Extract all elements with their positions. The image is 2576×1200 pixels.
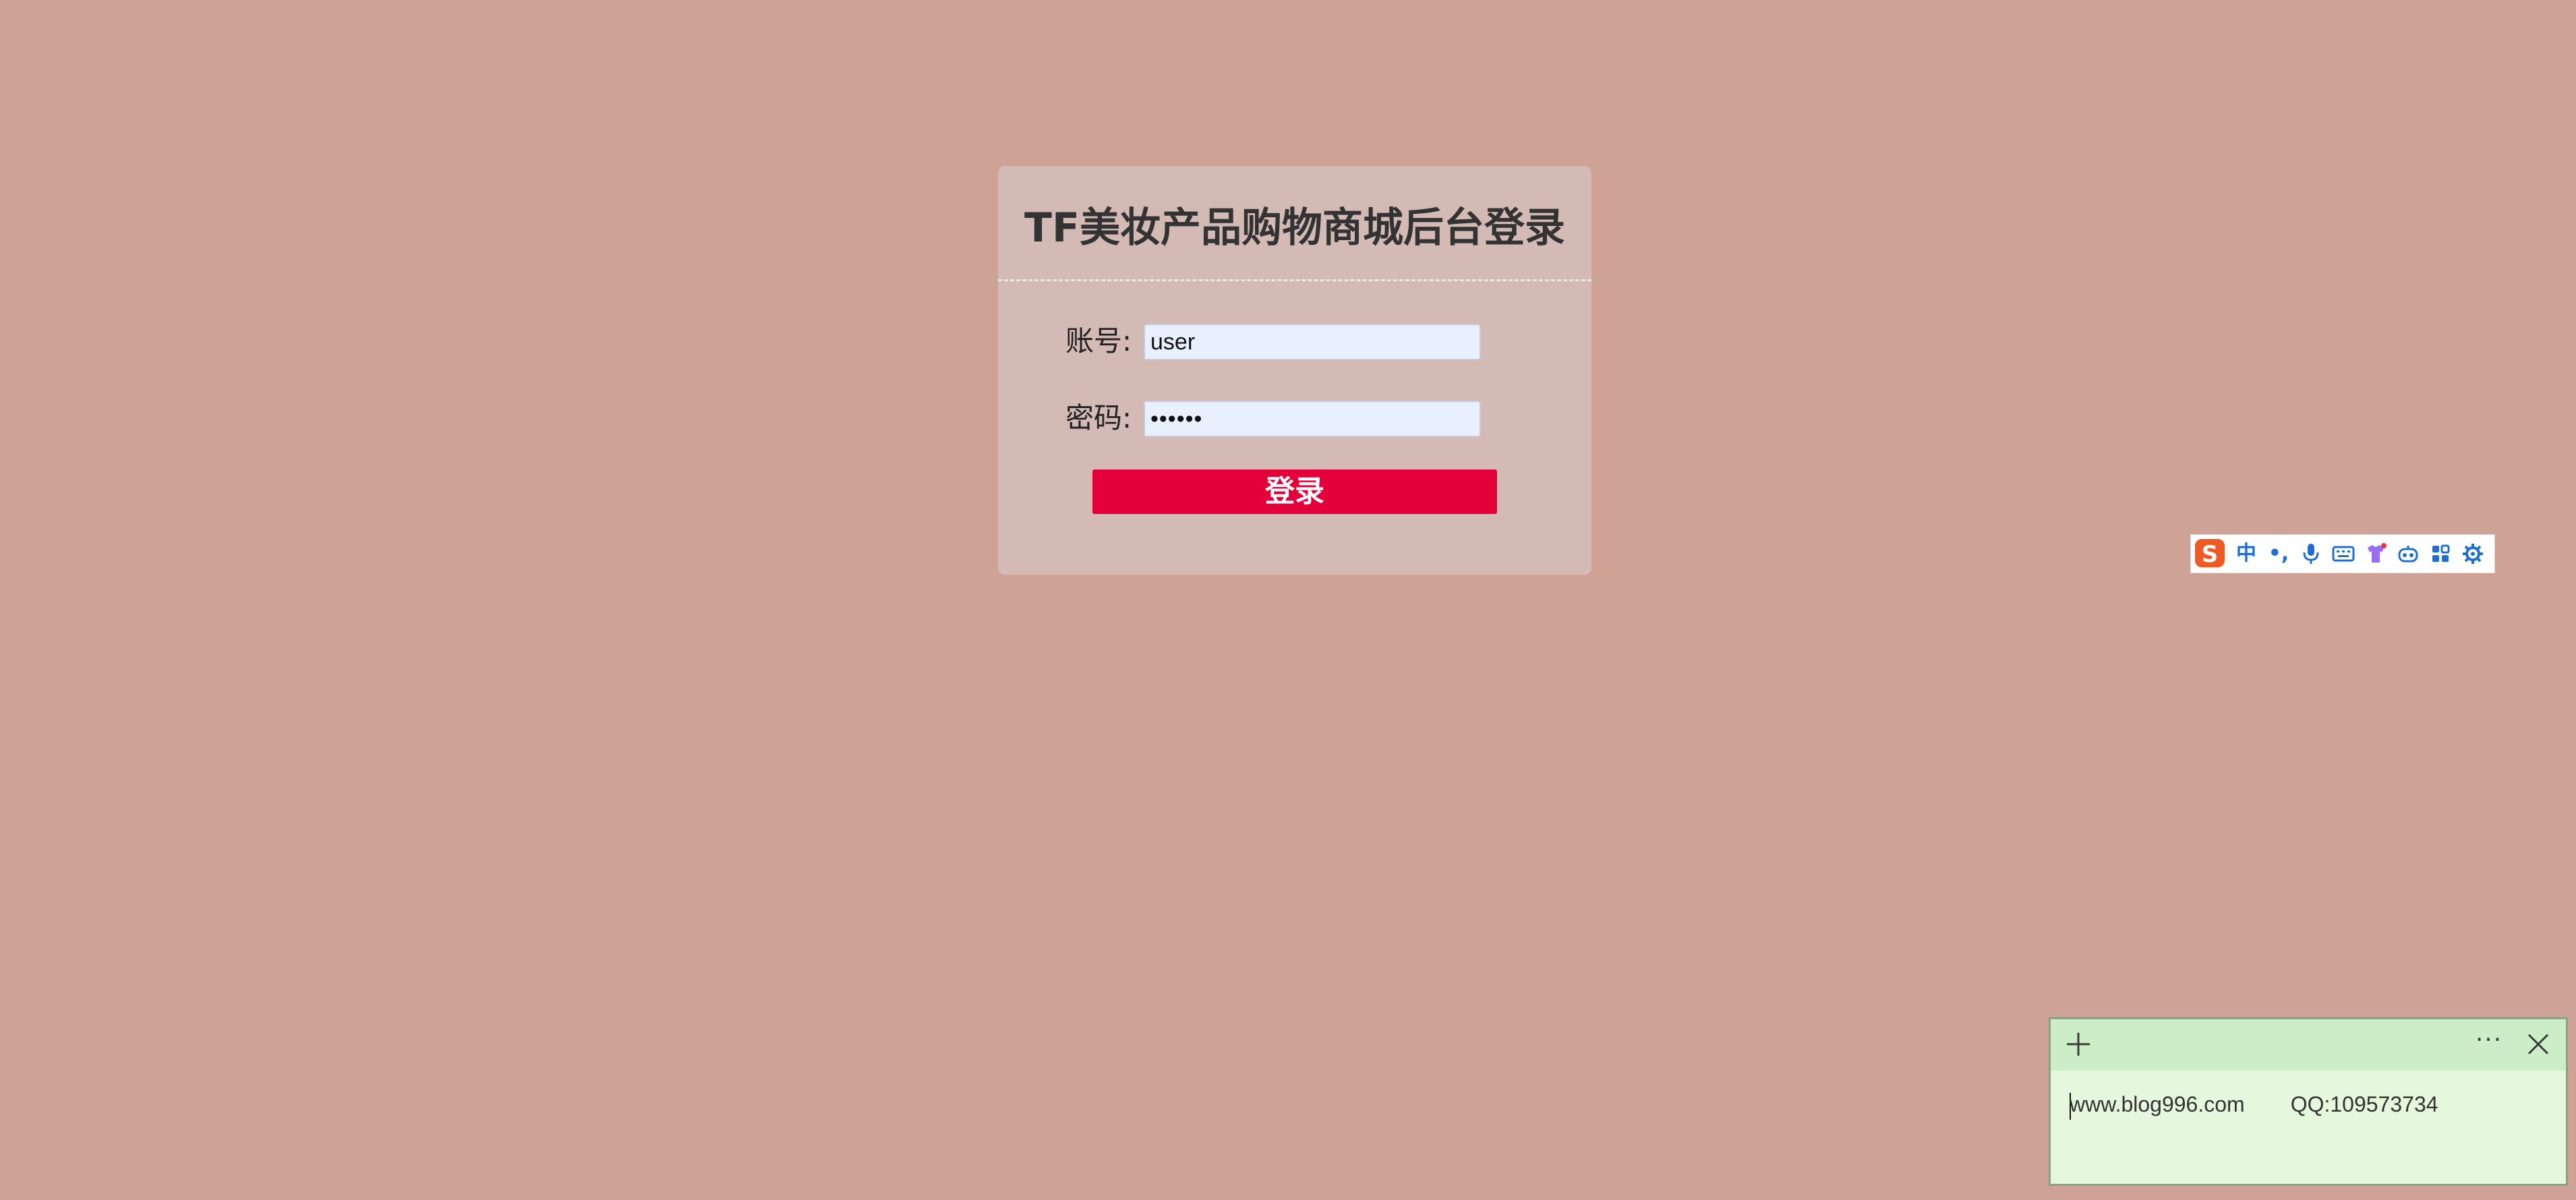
page-title: TF美妆产品购物商城后台登录 bbox=[1024, 204, 1565, 252]
qq-text: QQ:109573734 bbox=[2290, 1092, 2438, 1116]
account-input[interactable] bbox=[1144, 324, 1481, 360]
microphone-icon[interactable] bbox=[2295, 538, 2327, 570]
skin-shirt-icon[interactable] bbox=[2360, 538, 2392, 570]
more-options-icon[interactable]: ··· bbox=[2469, 1028, 2509, 1060]
settings-icon[interactable] bbox=[2457, 538, 2489, 570]
title-divider bbox=[998, 279, 1591, 281]
keyboard-icon[interactable] bbox=[2327, 538, 2360, 570]
login-button[interactable]: 登录 bbox=[1092, 469, 1497, 514]
sticky-note[interactable]: ··· www.blog996.com QQ:109573734 bbox=[2049, 1017, 2568, 1186]
close-icon[interactable] bbox=[2523, 1029, 2554, 1060]
password-input[interactable] bbox=[1144, 401, 1481, 437]
robot-icon[interactable] bbox=[2392, 538, 2424, 570]
chinese-mode-icon[interactable]: 中 bbox=[2230, 538, 2262, 570]
apps-grid-icon[interactable] bbox=[2424, 538, 2457, 570]
sticky-note-header[interactable]: ··· bbox=[2051, 1019, 2566, 1070]
sticky-note-text[interactable]: www.blog996.com QQ:109573734 bbox=[2070, 1092, 2438, 1120]
add-note-icon[interactable] bbox=[2063, 1029, 2094, 1060]
website-text: www.blog996.com bbox=[2070, 1092, 2245, 1116]
svg-text:S: S bbox=[2202, 541, 2219, 568]
sogou-logo-icon[interactable]: S bbox=[2192, 535, 2230, 573]
punctuation-icon[interactable]: •, bbox=[2262, 538, 2295, 570]
ime-toolbar: S 中 •, bbox=[2190, 534, 2495, 573]
